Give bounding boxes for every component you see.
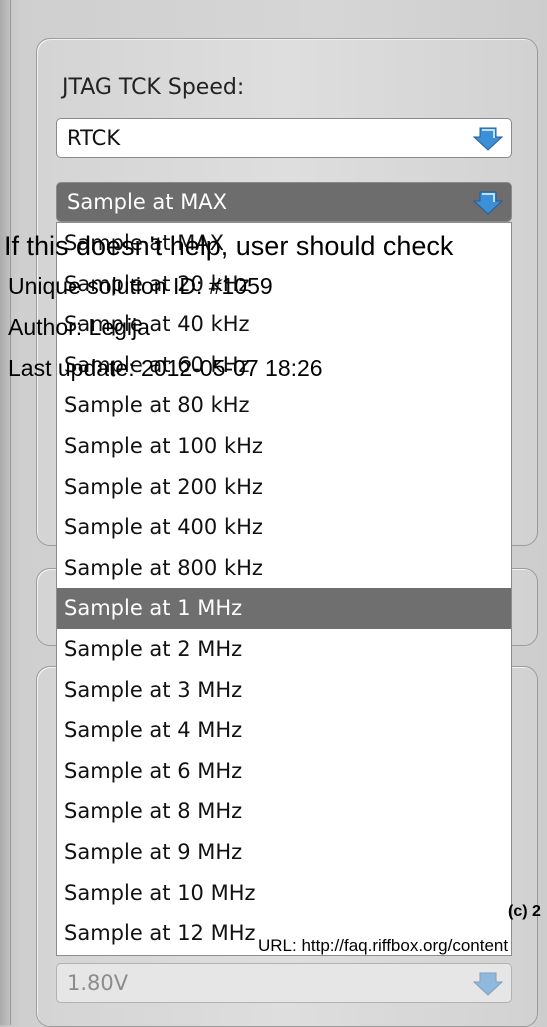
url-text: URL: http://faq.riffbox.org/content: [258, 936, 509, 955]
window-left-edge: [0, 0, 11, 1025]
jtag-speed-select[interactable]: RTCK: [56, 118, 512, 158]
dropdown-option[interactable]: Sample at 800 kHz: [57, 548, 511, 589]
dropdown-option[interactable]: Sample at 9 MHz: [57, 832, 511, 873]
dropdown-arrow-icon[interactable]: [473, 126, 503, 152]
dropdown-option[interactable]: Sample at 8 MHz: [57, 791, 511, 832]
voltage-value: 1.80V: [67, 971, 129, 995]
dropdown-option[interactable]: Sample at 10 MHz: [57, 873, 511, 914]
jtag-speed-value: RTCK: [67, 126, 121, 150]
copyright-text: (c) 2: [508, 903, 541, 920]
dropdown-option[interactable]: Sample at 1 MHz: [57, 588, 511, 629]
help-text: If this doesn't help, user should check: [4, 231, 454, 261]
dropdown-arrow-icon: [473, 972, 503, 996]
dropdown-option[interactable]: Sample at 6 MHz: [57, 751, 511, 792]
voltage-select[interactable]: 1.80V: [56, 963, 512, 1003]
dropdown-option[interactable]: Sample at 80 kHz: [57, 385, 511, 426]
last-update-text: Last update: 2012-05-07 18:26: [8, 355, 323, 381]
solution-id-text: Unique solution ID: #1059: [8, 273, 273, 299]
dropdown-option[interactable]: Sample at 200 kHz: [57, 467, 511, 508]
dropdown-arrow-icon[interactable]: [473, 190, 503, 216]
dropdown-option[interactable]: Sample at 400 kHz: [57, 507, 511, 548]
dropdown-option[interactable]: Sample at 2 MHz: [57, 629, 511, 670]
sample-rate-select[interactable]: Sample at MAX: [56, 182, 512, 222]
dropdown-option[interactable]: Sample at 3 MHz: [57, 670, 511, 711]
author-text: Author: Legija: [8, 314, 150, 340]
dropdown-option[interactable]: Sample at 4 MHz: [57, 710, 511, 751]
sample-rate-value: Sample at MAX: [67, 190, 228, 214]
jtag-tck-speed-label: JTAG TCK Speed:: [62, 75, 245, 100]
dropdown-option[interactable]: Sample at 100 kHz: [57, 426, 511, 467]
